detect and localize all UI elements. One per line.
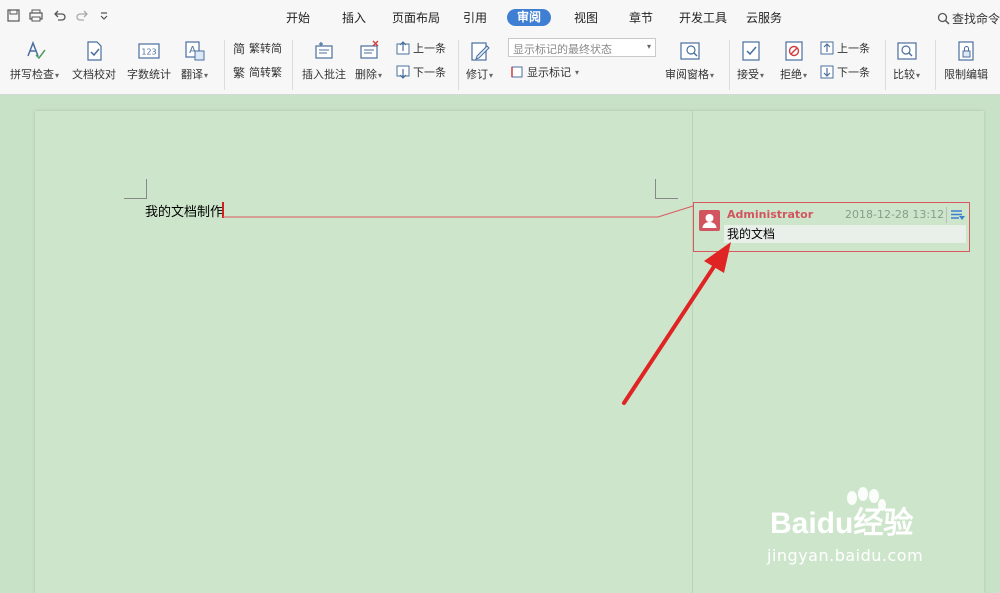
watermark-brand: Baidu经验 (770, 507, 914, 540)
watermark-url: jingyan.baidu.com (767, 546, 924, 565)
